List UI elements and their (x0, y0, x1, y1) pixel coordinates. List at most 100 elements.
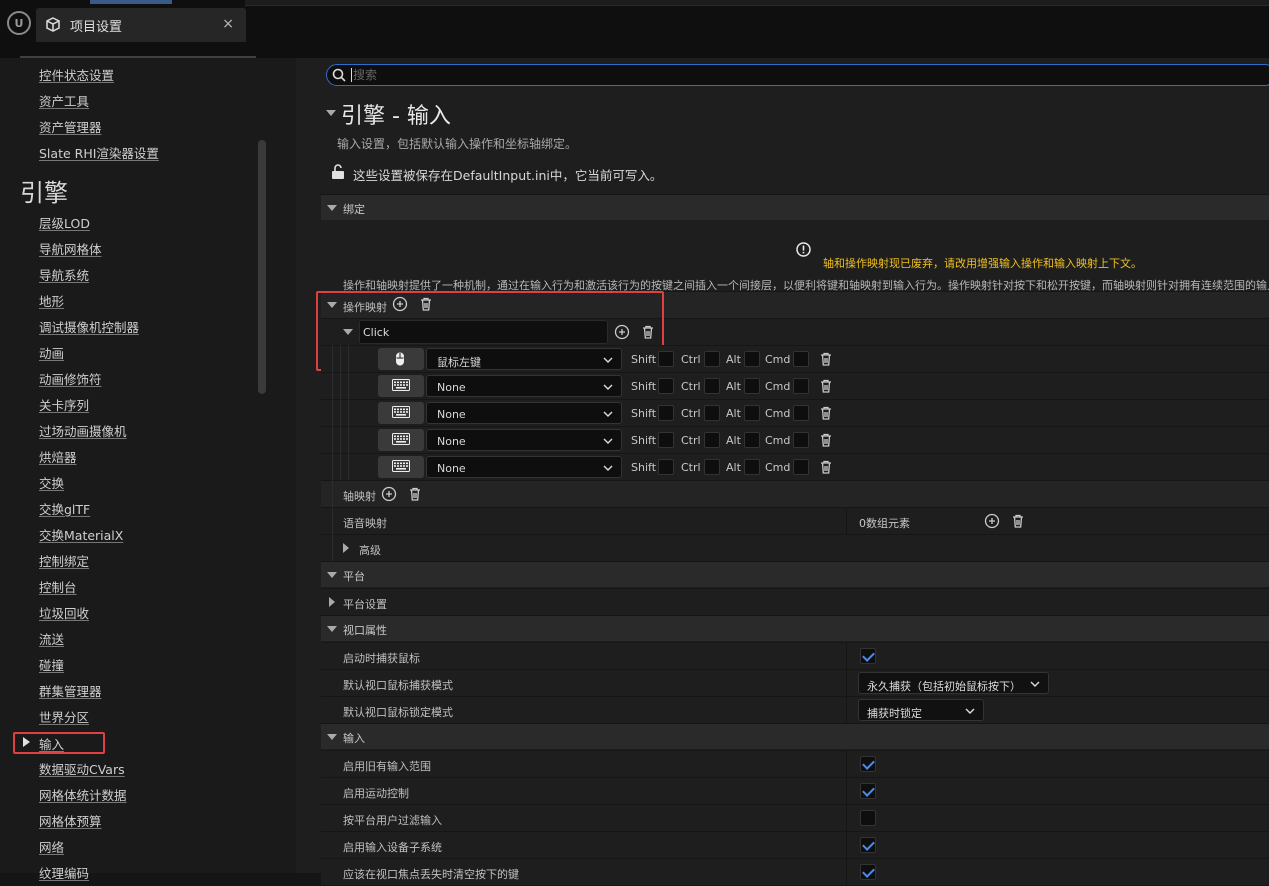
sidebar-item-cine-camera[interactable]: 过场动画摄像机 (39, 421, 127, 440)
key-dropdown[interactable]: None (426, 456, 622, 478)
sidebar-item-interchange[interactable]: 交换 (39, 473, 64, 492)
sidebar-item-mesh-stats[interactable]: 网格体统计数据 (39, 785, 127, 804)
add-speech-mapping-icon[interactable] (984, 513, 1000, 529)
capture-on-start-checkbox[interactable] (860, 648, 876, 664)
alt-checkbox[interactable] (744, 459, 760, 475)
alt-checkbox[interactable] (744, 432, 760, 448)
advanced-row[interactable]: 高级 (321, 534, 1269, 561)
ctrl-checkbox[interactable] (704, 405, 720, 421)
sidebar-item-navmesh[interactable]: 导航网格体 (39, 239, 102, 258)
lock-mode-dropdown[interactable]: 捕获时锁定 (858, 699, 984, 721)
delete-key-icon[interactable] (818, 378, 834, 394)
sidebar-item-mesh-budget[interactable]: 网格体预算 (39, 811, 102, 830)
shift-checkbox[interactable] (658, 378, 674, 394)
search-input[interactable] (353, 67, 953, 83)
capture-mode-dropdown[interactable]: 永久捕获（包括初始鼠标按下） (858, 672, 1049, 694)
input-setting-checkbox[interactable] (860, 810, 876, 826)
delete-key-icon[interactable] (818, 405, 834, 421)
input-setting-checkbox[interactable] (860, 864, 876, 880)
sidebar-item-slate-rhi[interactable]: Slate RHI渲染器设置 (39, 143, 159, 162)
input-setting-checkbox[interactable] (860, 783, 876, 799)
input-setting-row[interactable]: 启用旧有输入范围 (321, 750, 1269, 778)
key-binding-row[interactable]: 鼠标左键 Shift Ctrl Alt Cmd (321, 345, 1269, 372)
key-selector-button[interactable] (378, 348, 424, 370)
expand-arrow-icon[interactable] (343, 543, 349, 553)
key-dropdown[interactable]: 鼠标左键 (426, 348, 622, 370)
sidebar-item-streaming[interactable]: 流送 (39, 629, 64, 648)
ctrl-checkbox[interactable] (704, 432, 720, 448)
close-icon[interactable]: × (222, 16, 234, 32)
key-binding-row[interactable]: None Shift Ctrl Alt Cmd (321, 453, 1269, 480)
input-setting-checkbox[interactable] (860, 756, 876, 772)
sidebar-item-interchange-gltf[interactable]: 交换glTF (39, 499, 90, 518)
ctrl-checkbox[interactable] (704, 378, 720, 394)
cmd-checkbox[interactable] (793, 405, 809, 421)
ctrl-checkbox[interactable] (704, 459, 720, 475)
sidebar-item-animation[interactable]: 动画 (39, 343, 64, 362)
section-viewport[interactable]: 视口属性 (321, 615, 1269, 641)
sidebar-item-level-sequence[interactable]: 关卡序列 (39, 395, 89, 414)
sidebar-item-hlod[interactable]: 层级LOD (39, 213, 90, 232)
shift-checkbox[interactable] (658, 405, 674, 421)
delete-key-icon[interactable] (818, 432, 834, 448)
key-binding-row[interactable]: None Shift Ctrl Alt Cmd (321, 426, 1269, 453)
input-setting-row[interactable]: 应该在视口焦点丢失时清空按下的键 (321, 858, 1269, 886)
cmd-checkbox[interactable] (793, 432, 809, 448)
platform-settings-row[interactable]: 平台设置 (321, 588, 1269, 615)
key-selector-button[interactable] (378, 375, 424, 397)
input-setting-row[interactable]: 启用输入设备子系统 (321, 831, 1269, 859)
shift-checkbox[interactable] (658, 351, 674, 367)
input-setting-row[interactable]: 启用运动控制 (321, 777, 1269, 805)
sidebar-item-widget-state[interactable]: 控件状态设置 (39, 65, 114, 84)
sidebar-item-control-rig[interactable]: 控制绑定 (39, 551, 89, 570)
collapse-arrow-icon[interactable] (326, 110, 336, 116)
settings-sidebar[interactable]: 控件状态设置 资产工具 资产管理器 Slate RHI渲染器设置 引擎 层级LO… (0, 58, 296, 881)
sidebar-item-interchange-materialx[interactable]: 交换MaterialX (39, 525, 123, 544)
sidebar-item-world-partition[interactable]: 世界分区 (39, 707, 89, 726)
sidebar-item-console[interactable]: 控制台 (39, 577, 77, 596)
key-dropdown[interactable]: None (426, 375, 622, 397)
sidebar-item-anim-modifiers[interactable]: 动画修饰符 (39, 369, 102, 388)
input-setting-checkbox[interactable] (860, 837, 876, 853)
key-selector-button[interactable] (378, 402, 424, 424)
axis-mappings-row[interactable]: 轴映射 (321, 480, 1269, 507)
key-binding-row[interactable]: None Shift Ctrl Alt Cmd (321, 399, 1269, 426)
cmd-checkbox[interactable] (793, 351, 809, 367)
cmd-checkbox[interactable] (793, 459, 809, 475)
sidebar-item-cooker[interactable]: 烘焙器 (39, 447, 77, 466)
shift-checkbox[interactable] (658, 432, 674, 448)
delete-key-icon[interactable] (818, 459, 834, 475)
sidebar-item-nav-system[interactable]: 导航系统 (39, 265, 89, 284)
add-axis-mapping-icon[interactable] (381, 486, 397, 502)
sidebar-item-garbage-collection[interactable]: 垃圾回收 (39, 603, 89, 622)
key-selector-button[interactable] (378, 456, 424, 478)
cmd-checkbox[interactable] (793, 378, 809, 394)
section-input[interactable]: 输入 (321, 723, 1269, 749)
key-dropdown[interactable]: None (426, 429, 622, 451)
input-setting-row[interactable]: 按平台用户过滤输入 (321, 804, 1269, 832)
ctrl-checkbox[interactable] (704, 351, 720, 367)
shift-checkbox[interactable] (658, 459, 674, 475)
search-box[interactable] (326, 64, 1269, 86)
alt-checkbox[interactable] (744, 378, 760, 394)
sidebar-item-data-driven-cvars[interactable]: 数据驱动CVars (39, 759, 125, 778)
sidebar-item-network[interactable]: 网络 (39, 837, 64, 856)
sidebar-item-debug-camera[interactable]: 调试摄像机控制器 (39, 317, 139, 336)
speech-mappings-row[interactable]: 语音映射 0数组元素 (321, 507, 1269, 535)
alt-checkbox[interactable] (744, 405, 760, 421)
delete-key-icon[interactable] (818, 351, 834, 367)
section-bindings[interactable]: 绑定 (321, 194, 1269, 220)
key-binding-row[interactable]: None Shift Ctrl Alt Cmd (321, 372, 1269, 399)
lock-mode-row[interactable]: 默认视口鼠标锁定模式 捕获时锁定 (321, 696, 1269, 724)
unreal-logo-icon[interactable]: U (7, 11, 31, 35)
sidebar-item-collision[interactable]: 碰撞 (39, 655, 64, 674)
sidebar-item-landscape[interactable]: 地形 (39, 291, 64, 310)
capture-on-start-row[interactable]: 启动时捕获鼠标 (321, 642, 1269, 670)
delete-axis-mappings-icon[interactable] (407, 486, 423, 502)
section-platform[interactable]: 平台 (321, 561, 1269, 587)
sidebar-item-crowd-manager[interactable]: 群集管理器 (39, 681, 102, 700)
alt-checkbox[interactable] (744, 351, 760, 367)
project-settings-tab[interactable]: 项目设置 × (36, 8, 246, 42)
delete-speech-mappings-icon[interactable] (1010, 513, 1026, 529)
capture-mode-row[interactable]: 默认视口鼠标捕获模式 永久捕获（包括初始鼠标按下） (321, 669, 1269, 697)
